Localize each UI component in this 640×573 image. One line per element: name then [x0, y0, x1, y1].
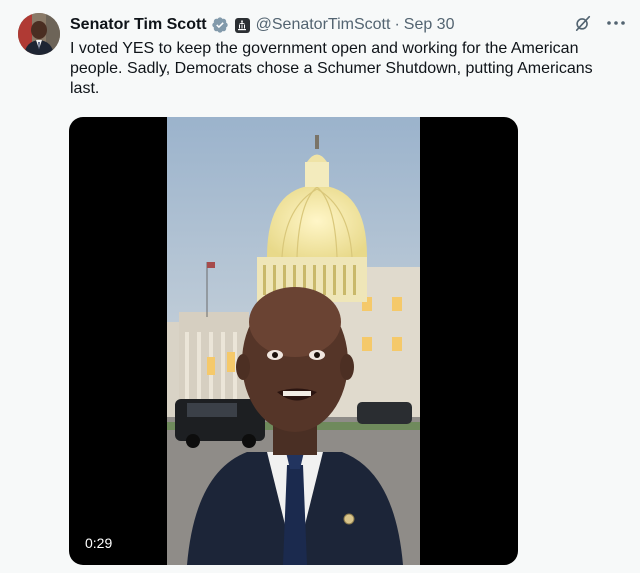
author-display-name[interactable]: Senator Tim Scott [70, 16, 207, 34]
tweet-video[interactable]: 0:29 [69, 117, 518, 565]
more-options-icon[interactable] [606, 13, 626, 33]
header-separator: · [394, 16, 400, 33]
tweet-timestamp[interactable]: Sep 30 [404, 16, 455, 34]
grok-icon[interactable] [574, 14, 592, 32]
tweet-card[interactable]: Senator Tim Scott @SenatorTimScott · Sep… [0, 0, 640, 573]
government-badge-icon [234, 17, 250, 33]
author-handle[interactable]: @SenatorTimScott [256, 16, 391, 34]
video-duration: 0:29 [85, 535, 113, 551]
video-thumbnail[interactable] [167, 117, 420, 565]
tweet-header: Senator Tim Scott @SenatorTimScott · Sep… [70, 13, 626, 37]
header-actions [574, 13, 626, 33]
verified-badge-icon [211, 16, 229, 34]
tweet-text: I voted YES to keep the government open … [70, 40, 593, 97]
author-avatar[interactable] [18, 13, 60, 55]
